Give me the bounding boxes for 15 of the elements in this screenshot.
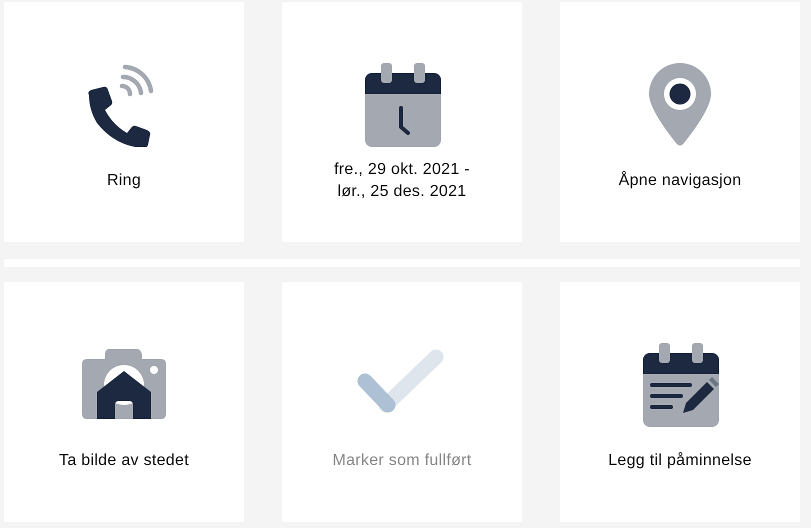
action-label: Åpne navigasjon — [618, 170, 742, 191]
calendar-pen-icon — [641, 341, 719, 427]
camera-house-icon — [81, 347, 167, 421]
action-tile[interactable]: Ta bilde av stedet — [4, 282, 244, 522]
action-label: Ta bilde av stedet — [59, 451, 189, 471]
action-tile[interactable]: Åpne navigasjon — [560, 2, 800, 242]
action-tile[interactable]: Legg til påminnelse — [560, 282, 800, 522]
action-tile[interactable]: Ring — [4, 2, 244, 242]
action-label: Legg til påminnelse — [608, 451, 752, 471]
action-label: Marker som fullført — [332, 451, 472, 471]
action-label: fre., 29 okt. 2021 - lør., 25 des. 2021 — [334, 160, 470, 202]
map-pin-icon — [648, 61, 712, 147]
action-tile[interactable]: fre., 29 okt. 2021 - lør., 25 des. 2021 — [282, 2, 522, 242]
calendar-clock-icon — [363, 61, 441, 147]
action-label: Ring — [106, 171, 142, 191]
